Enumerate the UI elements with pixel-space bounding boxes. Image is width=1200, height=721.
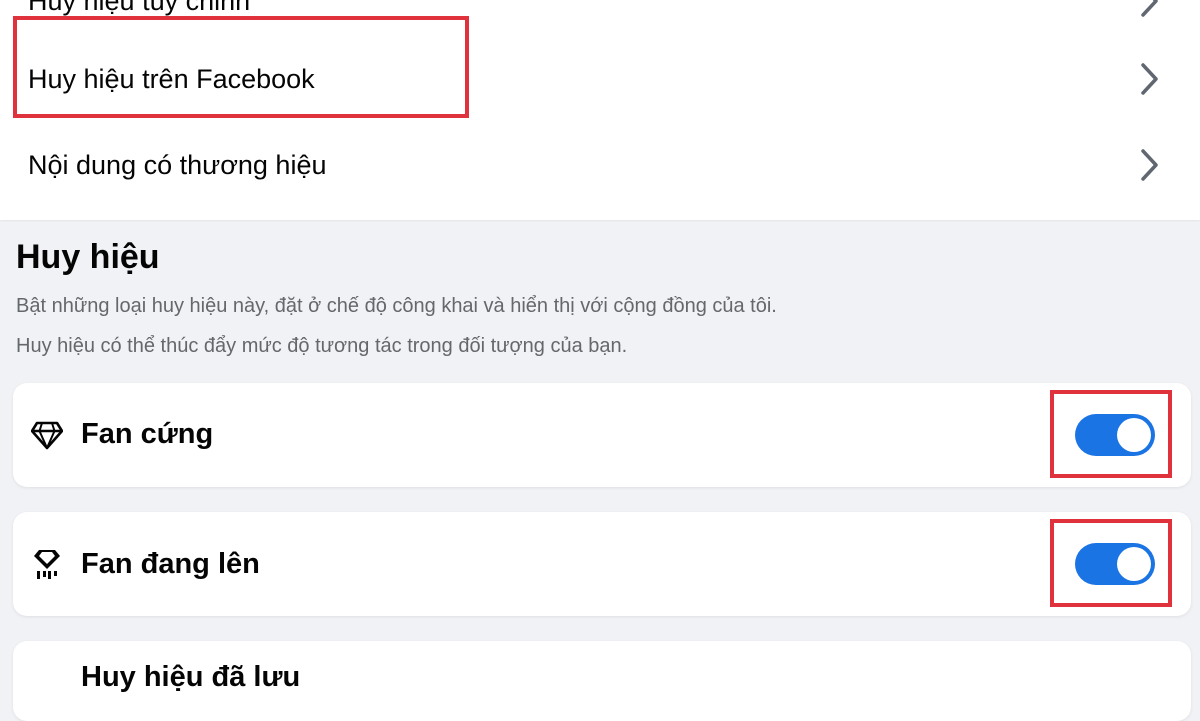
diamond-icon: [31, 421, 63, 450]
toggle-knob: [1117, 418, 1151, 452]
badge-card-rising-fan: Fan đang lên: [13, 512, 1191, 616]
settings-menu-list: Huy hiệu tùy chỉnh Huy hiệu trên Faceboo…: [0, 0, 1200, 220]
rising-fan-icon: [34, 550, 60, 579]
section-title: Huy hiệu: [16, 238, 160, 276]
section-description: Huy hiệu có thể thúc đẩy mức độ tương tá…: [16, 335, 628, 357]
section-description: Bật những loại huy hiệu này, đặt ở chế đ…: [16, 295, 777, 317]
chevron-right-icon: [1141, 149, 1158, 181]
badge-label: Huy hiệu đã lưu: [81, 661, 301, 693]
badge-label: Fan đang lên: [81, 548, 260, 580]
menu-item-label: Nội dung có thương hiệu: [28, 149, 327, 180]
badge-label: Fan cứng: [81, 418, 214, 450]
badge-card-saved: Huy hiệu đã lưu: [13, 641, 1191, 721]
menu-item-label: Huy hiệu trên Facebook: [28, 63, 315, 94]
menu-item-branded-content[interactable]: Nội dung có thương hiệu: [0, 122, 1200, 208]
chevron-right-icon: [1141, 0, 1158, 17]
menu-item-label: Huy hiệu tùy chỉnh: [28, 0, 251, 16]
menu-item-facebook-badges[interactable]: Huy hiệu trên Facebook: [0, 36, 1200, 122]
top-fan-toggle[interactable]: [1075, 414, 1155, 456]
chevron-right-icon: [1141, 63, 1158, 95]
toggle-knob: [1117, 547, 1151, 581]
badge-card-top-fan: Fan cứng: [13, 383, 1191, 487]
rising-fan-toggle[interactable]: [1075, 543, 1155, 585]
